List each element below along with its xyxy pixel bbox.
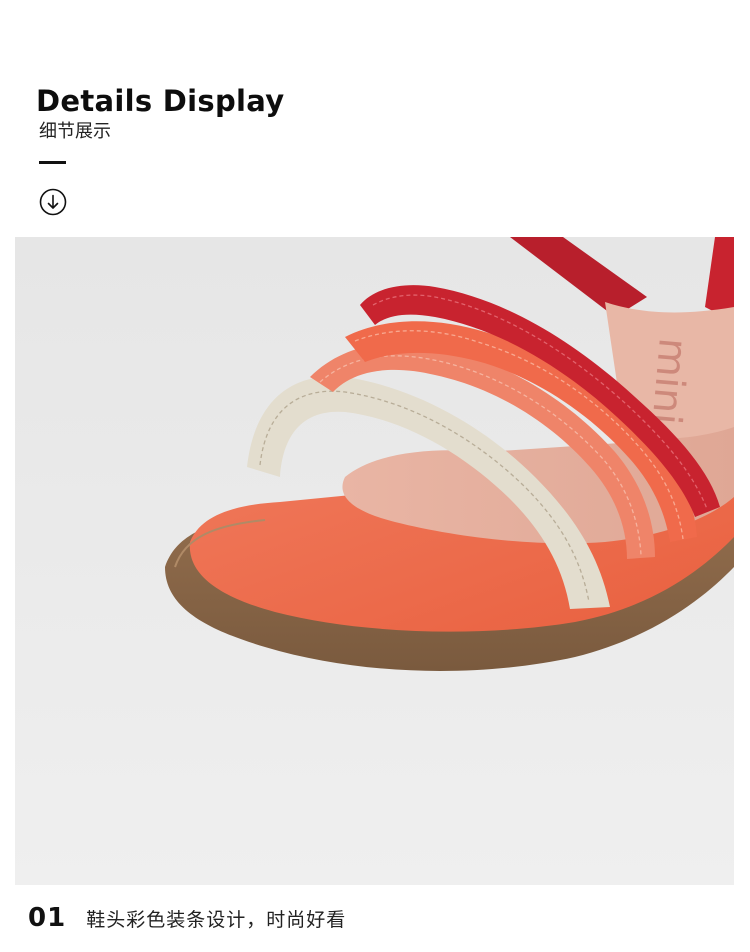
- title-underline-divider: [39, 161, 66, 164]
- product-detail-photo: mini: [15, 237, 734, 885]
- section-title: Details Display: [36, 84, 285, 118]
- section-header: Details Display 细节展示: [36, 82, 436, 144]
- section-subtitle: 细节展示: [39, 121, 111, 142]
- caption-number: 01: [28, 903, 67, 933]
- detail-caption: 01 鞋头彩色装条设计，时尚好看: [28, 898, 346, 938]
- caption-text: 鞋头彩色装条设计，时尚好看: [86, 908, 347, 931]
- arrow-down-circle-icon[interactable]: [39, 188, 67, 216]
- sandal-illustration: mini: [15, 237, 734, 885]
